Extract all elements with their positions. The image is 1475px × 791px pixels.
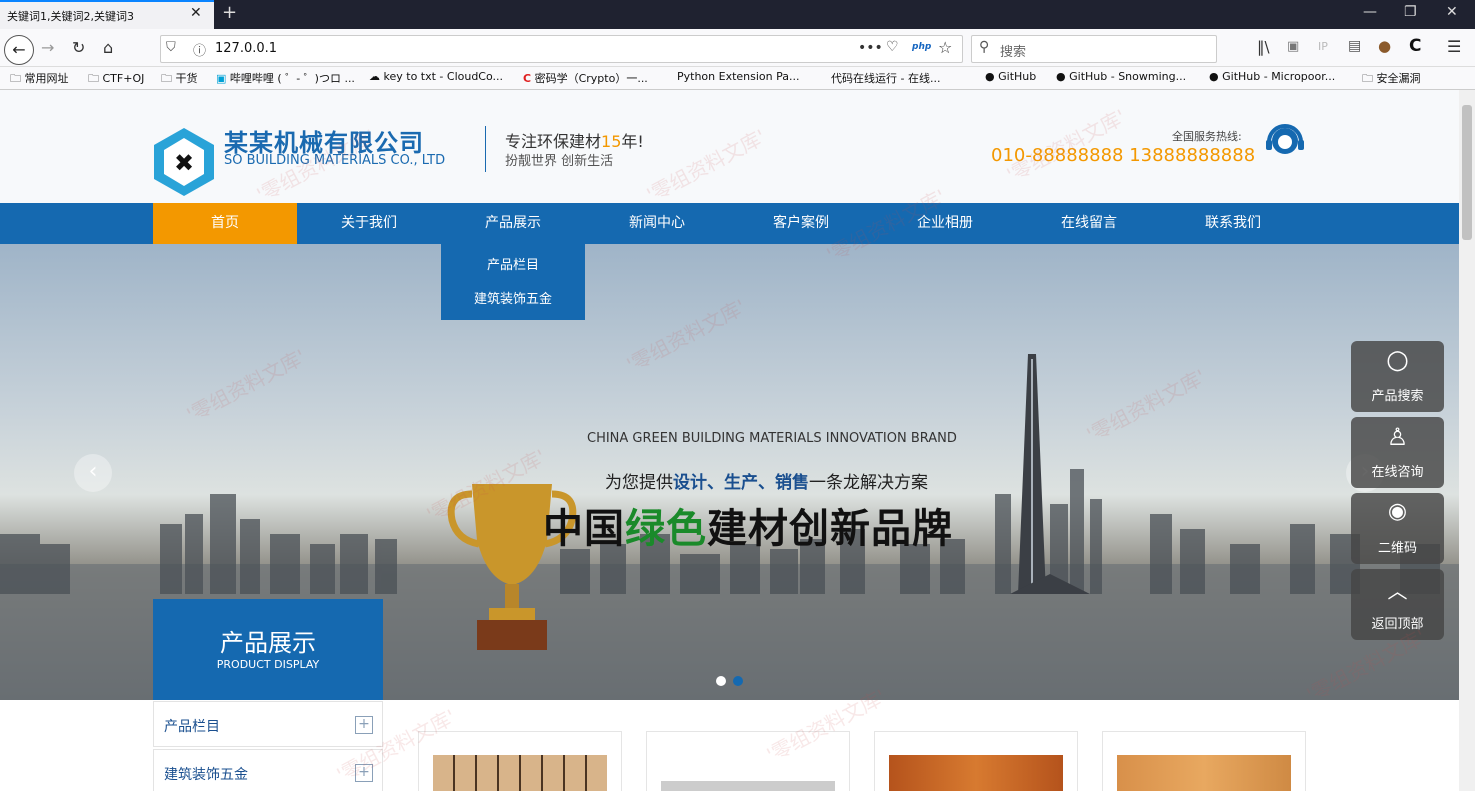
product-display-title: 产品展示 bbox=[220, 629, 316, 657]
cookie-icon[interactable]: ● bbox=[1378, 37, 1391, 55]
side-qrcode-widget[interactable]: ◉ 二维码 bbox=[1351, 493, 1444, 564]
shield-icon[interactable]: ⛉ bbox=[166, 40, 176, 55]
library-icon[interactable]: ‖\ bbox=[1257, 38, 1270, 56]
bookmark-folder[interactable]: 🗀 CTF+OJ bbox=[88, 70, 144, 89]
bookmark-item[interactable]: ● GitHub - Snowming... bbox=[1056, 70, 1186, 83]
product-display-title-en: PRODUCT DISPLAY bbox=[216, 658, 320, 671]
carousel-dot[interactable] bbox=[716, 676, 726, 686]
menu-item-about[interactable]: 关于我们 bbox=[297, 203, 441, 244]
menu-item-album[interactable]: 企业相册 bbox=[873, 203, 1017, 244]
menu-item-home[interactable]: 首页 bbox=[153, 203, 297, 244]
bookmark-item[interactable]: ● GitHub bbox=[985, 70, 1036, 83]
url-bar[interactable] bbox=[160, 35, 963, 63]
svg-text:✖: ✖ bbox=[174, 149, 194, 177]
product-image[interactable] bbox=[1117, 755, 1291, 791]
back-arrow-icon[interactable]: ← bbox=[4, 35, 34, 65]
url-text[interactable]: 127.0.0.1 bbox=[215, 41, 277, 56]
headset-icon bbox=[1266, 124, 1304, 154]
browser-tab-active[interactable]: 关键词1,关键词2,关键词3 ✕ bbox=[0, 0, 214, 29]
forward-arrow-icon[interactable]: → bbox=[41, 38, 54, 57]
side-search-widget[interactable]: ○ 产品搜索 bbox=[1351, 341, 1444, 412]
category-item[interactable]: 建筑装饰五金 + bbox=[153, 749, 383, 791]
dropdown-item-product-category[interactable]: 产品栏目 bbox=[441, 254, 585, 273]
dropdown-item-hardware[interactable]: 建筑装饰五金 bbox=[441, 288, 585, 307]
plus-icon[interactable]: + bbox=[355, 716, 373, 734]
menu-icon[interactable]: ☰ bbox=[1447, 37, 1461, 56]
qq-icon: ♙ bbox=[1386, 423, 1409, 451]
search-icon: ○ bbox=[1386, 345, 1409, 375]
bookmark-folder[interactable]: 🗀 安全漏洞 bbox=[1362, 70, 1421, 89]
hotline-label: 全国服务热线: bbox=[1172, 130, 1242, 143]
bookmark-item[interactable]: Python Extension Pa... bbox=[677, 70, 800, 83]
minimize-icon[interactable]: — bbox=[1363, 4, 1377, 20]
product-image[interactable] bbox=[661, 781, 835, 791]
slogan: 专注环保建材15年! bbox=[505, 132, 644, 151]
bookmark-folder[interactable]: 🗀 干货 bbox=[161, 70, 198, 89]
php-extension-icon[interactable]: php bbox=[912, 42, 931, 52]
bookmark-item[interactable]: ▣ 哔哩哔哩 ( ゜- ゜)つロ ... bbox=[216, 70, 355, 86]
bookmark-item[interactable]: 代码在线运行 - 在线... bbox=[831, 70, 940, 86]
home-icon[interactable]: ⌂ bbox=[103, 38, 113, 57]
slogan-secondary: 扮靓世界 创新生活 bbox=[505, 154, 614, 169]
sync-extension-icon[interactable]: C bbox=[1409, 36, 1421, 56]
product-image[interactable] bbox=[433, 755, 607, 791]
bookmark-item[interactable]: ☁ key to txt - CloudCo... bbox=[369, 70, 503, 83]
chevron-up-icon: ︿ bbox=[1387, 579, 1408, 603]
company-name-en: SO BUILDING MATERIALS CO., LTD bbox=[224, 153, 446, 168]
info-icon[interactable]: ⓘ bbox=[193, 40, 206, 59]
menu-item-products[interactable]: 产品展示 bbox=[441, 203, 585, 244]
menu-item-news[interactable]: 新闻中心 bbox=[585, 203, 729, 244]
close-window-icon[interactable]: ✕ bbox=[1446, 4, 1458, 20]
restore-icon[interactable]: ❐ bbox=[1404, 4, 1417, 20]
extension-icon[interactable]: ▣ bbox=[1287, 39, 1299, 54]
more-icon[interactable]: ••• bbox=[858, 40, 883, 56]
web-page: ✖ 某某机械有限公司 SO BUILDING MATERIALS CO., LT… bbox=[0, 90, 1459, 791]
logo-wrench-icon[interactable]: ✖ bbox=[152, 126, 216, 198]
scrollbar-thumb[interactable] bbox=[1462, 105, 1472, 240]
tab-title: 关键词1,关键词2,关键词3 bbox=[7, 10, 134, 23]
banner-headline: 中国绿色建材创新品牌 bbox=[543, 506, 953, 552]
side-back-to-top-widget[interactable]: ︿ 返回顶部 bbox=[1351, 569, 1444, 640]
plus-icon[interactable]: + bbox=[355, 764, 373, 782]
category-item[interactable]: 产品栏目 + bbox=[153, 701, 383, 747]
pocket-icon[interactable]: ♡ bbox=[886, 39, 899, 55]
ip-extension-icon[interactable]: IP bbox=[1318, 40, 1328, 53]
banner-english-tagline: CHINA GREEN BUILDING MATERIALS INNOVATIO… bbox=[587, 431, 957, 446]
banner-subtitle: 为您提供设计、生产、销售一条龙解决方案 bbox=[605, 473, 928, 493]
menu-item-message[interactable]: 在线留言 bbox=[1017, 203, 1161, 244]
container-icon[interactable]: ▤ bbox=[1348, 38, 1361, 54]
product-image[interactable] bbox=[889, 755, 1063, 791]
header-divider bbox=[485, 126, 486, 172]
star-icon[interactable]: ☆ bbox=[938, 38, 952, 57]
search-icon: ⚲ bbox=[979, 39, 990, 55]
bookmark-folder[interactable]: 🗀 常用网址 bbox=[10, 70, 69, 89]
banner-prev-arrow-icon[interactable]: ‹ bbox=[74, 454, 112, 492]
menu-item-cases[interactable]: 客户案例 bbox=[729, 203, 873, 244]
wechat-icon: ◉ bbox=[1387, 499, 1408, 524]
side-consult-widget[interactable]: ♙ 在线咨询 bbox=[1351, 417, 1444, 488]
bookmark-item[interactable]: ● GitHub - Micropoor... bbox=[1209, 70, 1335, 83]
search-placeholder: 搜索 bbox=[1000, 45, 1027, 60]
carousel-dot-active[interactable] bbox=[733, 676, 743, 686]
bookmark-item[interactable]: C 密码学（Crypto）一... bbox=[523, 70, 648, 86]
new-tab-icon[interactable]: + bbox=[222, 2, 237, 23]
reload-icon[interactable]: ↻ bbox=[72, 38, 85, 57]
hotline-number: 010-88888888 13888888888 bbox=[991, 145, 1256, 166]
close-icon[interactable]: ✕ bbox=[190, 5, 202, 21]
menu-item-contact[interactable]: 联系我们 bbox=[1161, 203, 1305, 244]
